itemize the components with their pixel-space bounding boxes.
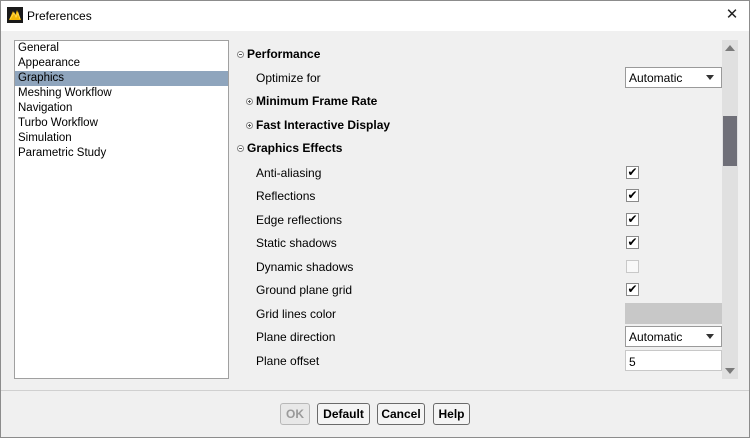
settings-tree: Performance Optimize for Automatic Minim… <box>234 40 722 379</box>
prop-label: Dynamic shadows <box>256 260 354 274</box>
prop-label: Anti-aliasing <box>256 166 322 180</box>
row-edge-reflections: Edge reflections ✔ <box>234 208 722 231</box>
prop-label: Reflections <box>256 189 316 203</box>
row-static-shadows: Static shadows ✔ <box>234 231 722 254</box>
prop-label: Plane direction <box>256 330 336 344</box>
dynamic-shadows-checkbox[interactable] <box>626 260 639 273</box>
default-button[interactable]: Default <box>317 403 370 425</box>
title-bar: Preferences ✕ <box>1 1 749 31</box>
row-plane-offset: Plane offset 5 <box>234 349 722 372</box>
row-optimize-for: Optimize for Automatic <box>234 66 722 89</box>
footer-divider <box>1 390 749 391</box>
grid-lines-color-swatch[interactable] <box>625 303 722 324</box>
section-label: Minimum Frame Rate <box>256 94 378 108</box>
prop-label: Optimize for <box>256 71 321 85</box>
chevron-down-icon <box>706 75 714 80</box>
nav-item-navigation[interactable]: Navigation <box>15 101 228 116</box>
row-plane-direction: Plane direction Automatic <box>234 325 722 348</box>
scroll-thumb[interactable] <box>723 116 737 166</box>
anti-aliasing-checkbox[interactable]: ✔ <box>626 166 639 179</box>
vertical-scrollbar[interactable] <box>722 40 738 379</box>
ground-plane-grid-checkbox[interactable]: ✔ <box>626 283 639 296</box>
prop-label: Edge reflections <box>256 213 343 227</box>
prop-label: Ground plane grid <box>256 283 353 297</box>
row-reflections: Reflections ✔ <box>234 184 722 207</box>
row-ground-plane-grid: Ground plane grid ✔ <box>234 278 722 301</box>
section-label: Fast Interactive Display <box>256 118 391 132</box>
close-icon: ✕ <box>725 6 739 23</box>
plane-direction-dropdown[interactable]: Automatic <box>625 326 722 347</box>
collapse-icon[interactable] <box>237 145 244 152</box>
dropdown-value: Automatic <box>629 330 683 344</box>
prop-label: Grid lines color <box>256 307 337 321</box>
settings-panel: Performance Optimize for Automatic Minim… <box>234 40 738 379</box>
collapse-icon[interactable] <box>237 51 244 58</box>
scroll-up-icon[interactable] <box>725 45 735 51</box>
expand-icon[interactable] <box>246 122 253 129</box>
section-graphics-effects: Graphics Effects <box>234 137 722 160</box>
nav-item-turbo-workflow[interactable]: Turbo Workflow <box>15 116 228 131</box>
nav-item-parametric-study[interactable]: Parametric Study <box>15 146 228 161</box>
nav-item-graphics[interactable]: Graphics <box>15 71 228 86</box>
row-grid-lines-color: Grid lines color <box>234 302 722 325</box>
close-button[interactable]: ✕ <box>721 5 743 25</box>
cancel-button[interactable]: Cancel <box>377 403 425 425</box>
section-fast-interactive-display: Fast Interactive Display <box>234 114 722 137</box>
nav-item-general[interactable]: General <box>15 41 228 56</box>
section-label: Graphics Effects <box>247 141 343 155</box>
prop-label: Plane offset <box>256 354 320 368</box>
window-title: Preferences <box>27 9 92 23</box>
nav-item-appearance[interactable]: Appearance <box>15 56 228 71</box>
nav-item-meshing-workflow[interactable]: Meshing Workflow <box>15 86 228 101</box>
row-dynamic-shadows: Dynamic shadows <box>234 255 722 278</box>
help-button[interactable]: Help <box>433 403 470 425</box>
edge-reflections-checkbox[interactable]: ✔ <box>626 213 639 226</box>
reflections-checkbox[interactable]: ✔ <box>626 189 639 202</box>
dropdown-value: Automatic <box>629 71 683 85</box>
preferences-dialog: Preferences ✕ General Appearance Graphic… <box>0 0 750 438</box>
ok-button[interactable]: OK <box>280 403 310 425</box>
static-shadows-checkbox[interactable]: ✔ <box>626 236 639 249</box>
optimize-for-dropdown[interactable]: Automatic <box>625 67 722 88</box>
scroll-down-icon[interactable] <box>725 368 735 374</box>
chevron-down-icon <box>706 334 714 339</box>
section-performance: Performance <box>234 43 722 66</box>
prop-label: Static shadows <box>256 236 337 250</box>
fluent-app-icon <box>7 7 23 23</box>
section-label: Performance <box>247 47 321 61</box>
category-list[interactable]: General Appearance Graphics Meshing Work… <box>14 40 229 379</box>
input-value: 5 <box>629 355 636 369</box>
section-minimum-frame-rate: Minimum Frame Rate <box>234 90 722 113</box>
expand-icon[interactable] <box>246 98 253 105</box>
nav-item-simulation[interactable]: Simulation <box>15 131 228 146</box>
plane-offset-input[interactable]: 5 <box>625 350 722 371</box>
row-anti-aliasing: Anti-aliasing ✔ <box>234 161 722 184</box>
